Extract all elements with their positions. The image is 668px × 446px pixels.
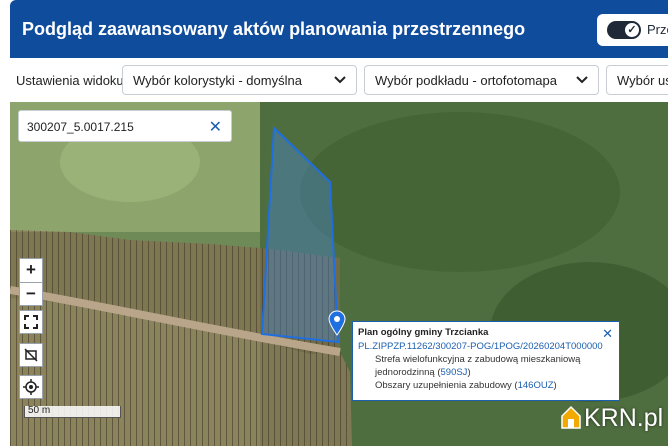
locate-button[interactable] [19,375,43,399]
krn-watermark: KRN.pl [561,401,668,435]
area-close-paren: ) [553,380,557,391]
watermark-text: KRN.pl [584,404,664,432]
parcel-search-input[interactable]: 300207_5.0017.215 ✕ [18,110,232,142]
close-icon[interactable]: ✕ [602,326,613,342]
map-scale-bar: 50 m [24,405,121,418]
parcel-search-value: 300207_5.0017.215 [27,120,134,134]
zone-description-line1: Strefa wielofunkcyjna z zabudową mieszka… [375,354,581,365]
zoom-in-button[interactable]: + [20,259,42,282]
toggle-check-icon: ✓ [625,23,639,37]
zone-code-link[interactable]: 590SJ [441,367,468,378]
scale-label: 50 m [28,405,51,416]
services-value: Wybór usł [617,73,668,88]
toggle-label: Prze [647,22,668,37]
zone-text: jednorodzinną ( [375,367,441,378]
map-pin-icon[interactable] [328,310,346,336]
chevron-down-icon [334,76,346,84]
base-map-select[interactable]: Wybór podkładu - ortofotomapa [364,65,599,95]
locate-icon [23,379,39,395]
color-scheme-select[interactable]: Wybór kolorystyki - domyślna [122,65,357,95]
view-settings-label: Ustawienia widoku [16,73,124,88]
fullscreen-button[interactable] [19,310,43,334]
fullscreen-icon [24,315,38,329]
zone-close-paren: ) [467,367,471,378]
hide-layers-button[interactable] [19,343,43,367]
preview-toggle[interactable]: ✓ Prze [597,14,668,46]
plan-info-popup: Plan ogólny gminy Trzcianka ✕ PL.ZIPPZP.… [352,321,620,401]
color-scheme-value: Wybór kolorystyki - domyślna [133,73,302,88]
close-icon[interactable]: ✕ [209,117,222,137]
zoom-out-button[interactable]: − [20,282,42,306]
zone-description-line2: jednorodzinną (590SJ) [375,367,471,378]
page-title: Podgląd zaawansowany aktów planowania pr… [22,19,526,39]
map-canvas[interactable]: 300207_5.0017.215 ✕ + − 50 m Plan ogólny… [10,102,668,446]
layer-hide-icon [24,348,38,362]
popup-title: Plan ogólny gminy Trzcianka [358,327,489,338]
area-description: Obszary uzupełnienia zabudowy (146OUZ) [375,380,557,391]
toggle-switch[interactable]: ✓ [607,21,641,39]
app-header: Podgląd zaawansowany aktów planowania pr… [10,0,668,58]
zoom-control: + − [19,258,43,306]
services-select[interactable]: Wybór usł [606,65,668,95]
plan-id-link[interactable]: PL.ZIPPZP.11262/300207-POG/1POG/20260204… [358,341,603,352]
chevron-down-icon [576,76,588,84]
area-text: Obszary uzupełnienia zabudowy ( [375,380,518,391]
view-settings-toolbar: Ustawienia widoku Wybór kolorystyki - do… [10,58,668,102]
base-map-value: Wybór podkładu - ortofotomapa [375,73,557,88]
house-logo-icon [561,405,581,429]
area-code-link[interactable]: 146OUZ [518,380,554,391]
